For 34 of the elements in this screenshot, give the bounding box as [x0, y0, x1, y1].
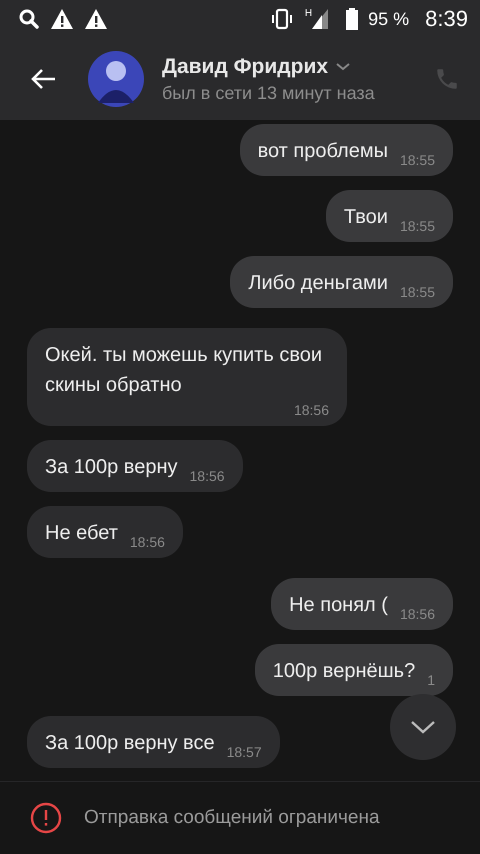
arrow-left-icon — [29, 67, 57, 91]
message-text: Твои — [344, 205, 388, 230]
message-time: 18:57 — [226, 743, 262, 762]
search-icon — [18, 8, 40, 30]
message-text: Окей. ты можешь купить свои скины обратно — [45, 343, 324, 398]
contact-name[interactable]: Давид Фридрих — [162, 54, 328, 78]
message-text: За 100р верну все — [45, 731, 215, 756]
message-time: 18:55 — [400, 283, 435, 302]
message-text: 100р вернёшь? — [272, 659, 416, 684]
clock: 8:39 — [425, 6, 468, 32]
last-seen-status: был в сети 13 минут наза — [162, 82, 376, 104]
message-time: 1 — [427, 671, 435, 690]
message-time: 18:56 — [190, 467, 225, 486]
battery-icon — [346, 8, 358, 30]
message-text: Не ебет — [45, 521, 118, 546]
error-icon — [30, 802, 62, 834]
warning-icon — [50, 8, 74, 30]
message-text: За 100р верну — [45, 455, 178, 480]
message-text: Либо деньгами — [248, 271, 388, 296]
message-text: Не понял ( — [289, 593, 388, 618]
avatar — [88, 51, 144, 107]
restriction-notice: Отправка сообщений ограничена — [84, 807, 380, 829]
message-time: 18:56 — [400, 605, 435, 624]
message-time: 18:56 — [130, 533, 165, 552]
chevron-down-icon[interactable] — [336, 62, 350, 72]
chevron-down-icon — [410, 719, 436, 735]
message-time: 18:55 — [400, 151, 435, 170]
message-time: 18:55 — [400, 217, 435, 236]
battery-percent: 95 % — [368, 8, 410, 30]
signal-icon — [312, 9, 328, 29]
network-label: H — [304, 8, 312, 19]
message-time: 18:56 — [294, 401, 329, 420]
warning-icon — [84, 8, 108, 30]
message-text: вот проблемы — [258, 139, 388, 164]
